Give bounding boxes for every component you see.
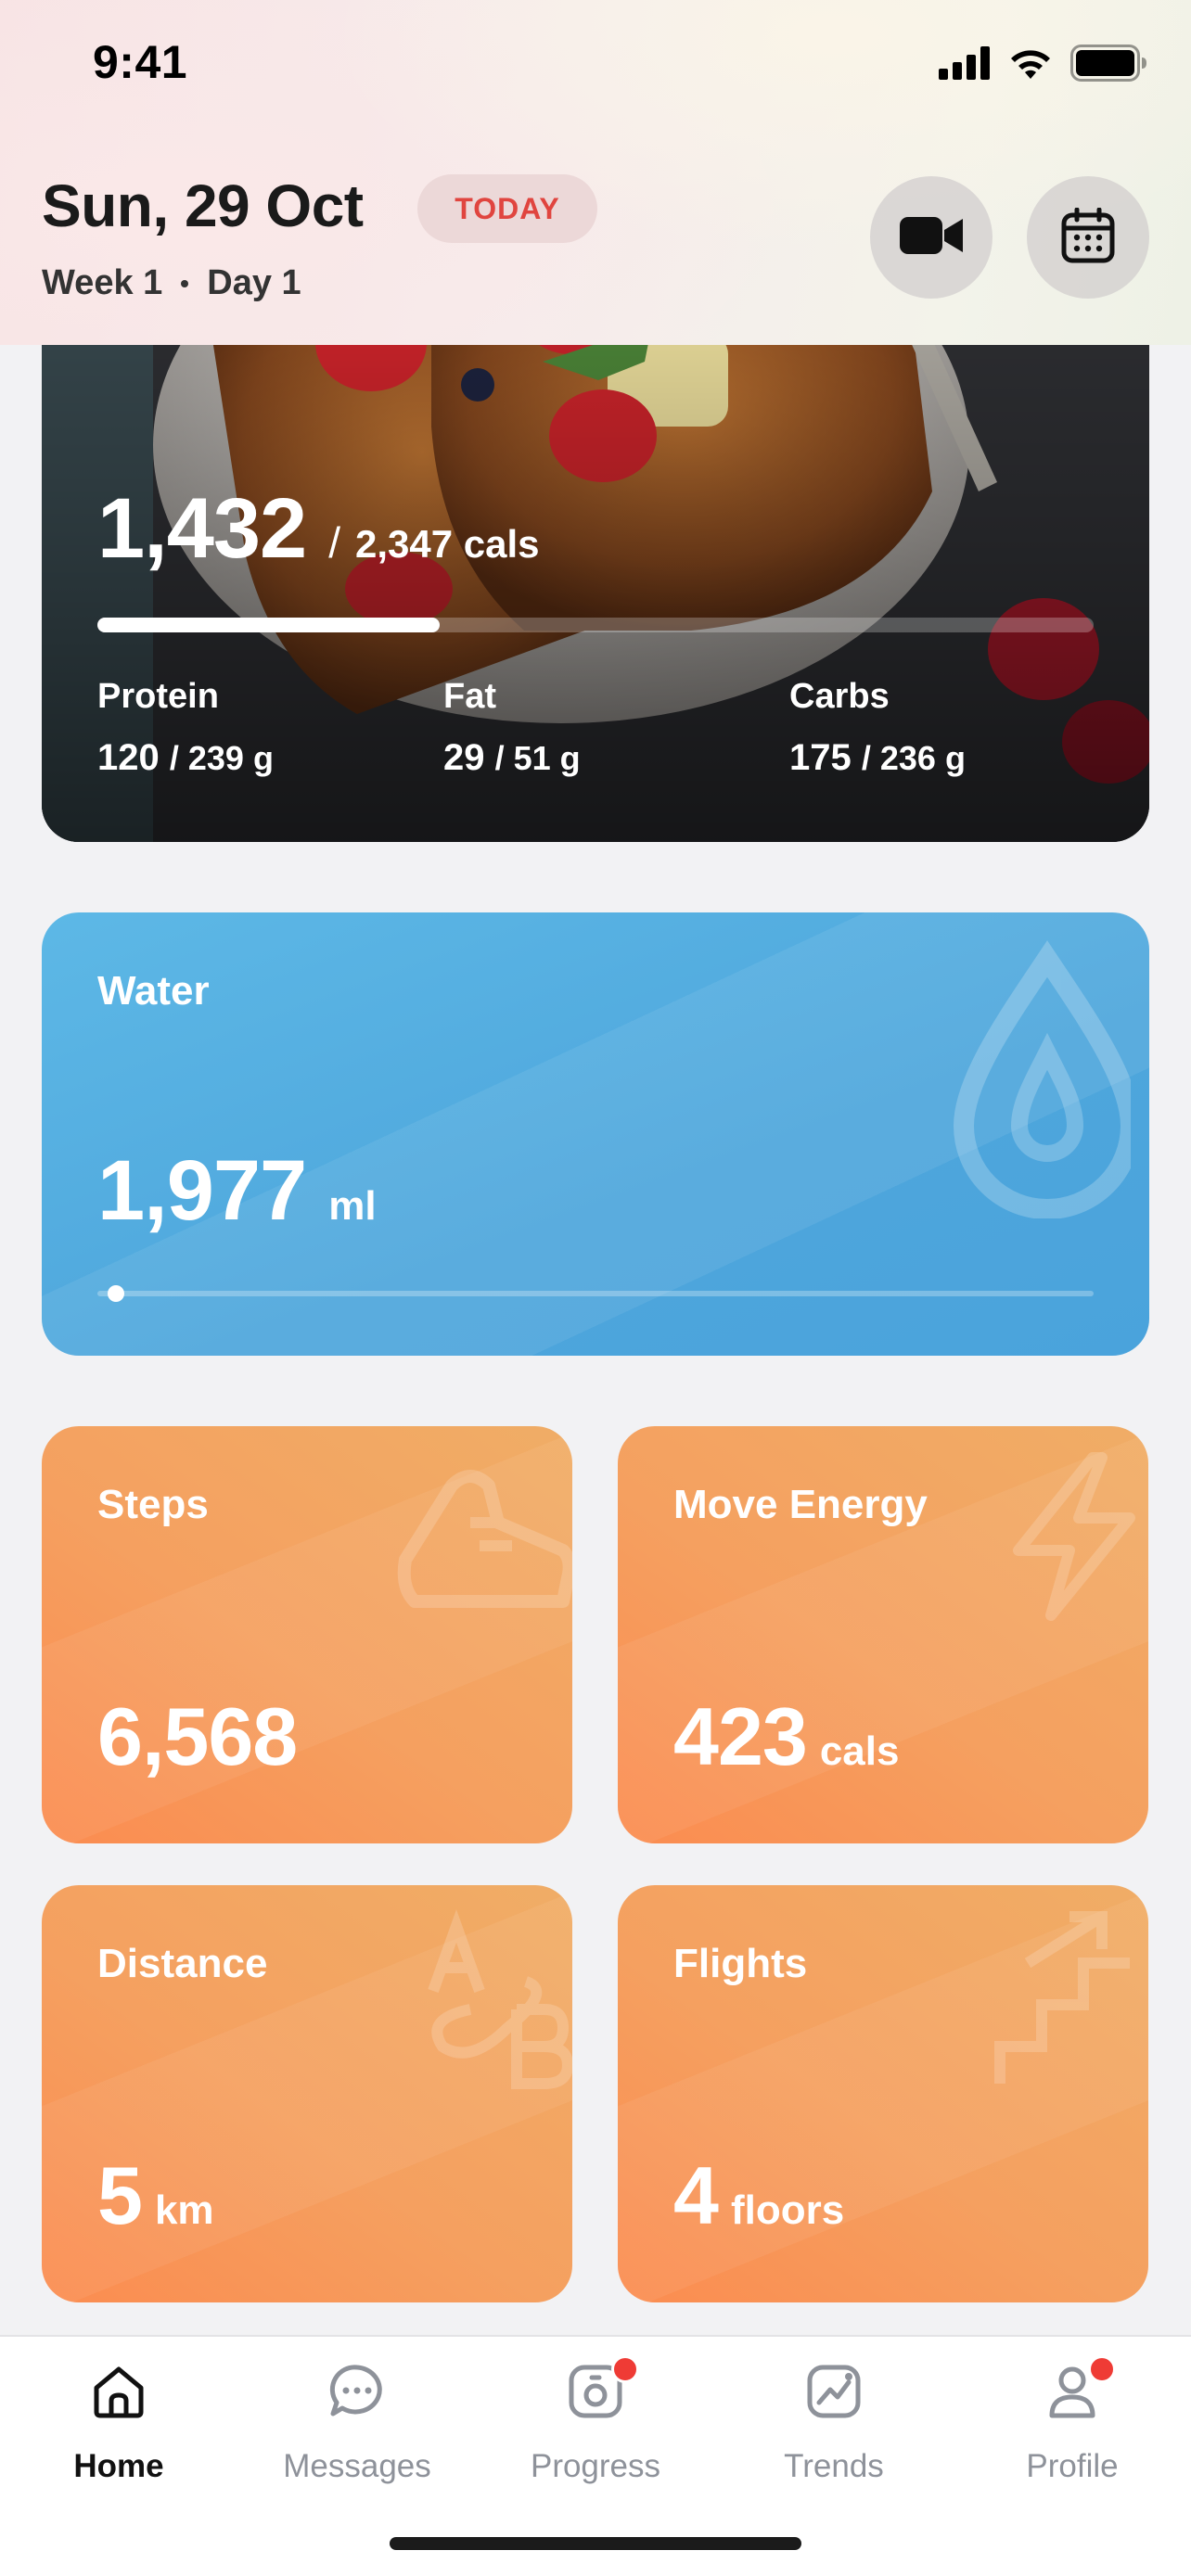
calories-progress-fill (97, 618, 441, 632)
macro-label: Fat (443, 677, 496, 716)
distance-title: Distance (97, 1941, 268, 1986)
tab-label: Progress (530, 2448, 661, 2484)
macro-amount: 175 (789, 737, 852, 778)
water-title: Water (97, 968, 210, 1014)
water-amount: 1,977 (97, 1143, 307, 1238)
chat-bubble-icon (325, 2359, 390, 2424)
tab-label: Messages (283, 2448, 431, 2484)
wifi-icon (1007, 45, 1054, 85)
move-energy-unit: cals (819, 1728, 900, 1774)
macro-label: Carbs (789, 677, 890, 716)
water-progress-knob[interactable] (107, 1285, 124, 1302)
macro-value: 29 / 51 g (443, 737, 581, 779)
tab-label: Profile (1026, 2448, 1119, 2484)
flights-unit: floors (730, 2187, 845, 2233)
person-icon (1040, 2355, 1116, 2424)
notification-badge (611, 2355, 639, 2383)
move-energy-amount: 423 (673, 1690, 808, 1782)
week-label: Week 1 (42, 263, 163, 302)
separator-dot (181, 279, 189, 287)
water-card[interactable]: Water 1,977 ml (42, 912, 1149, 1356)
tab-home[interactable]: Home (0, 2337, 237, 2522)
distance-unit: km (154, 2187, 214, 2233)
tab-label: Home (73, 2448, 164, 2484)
calories-summary: 1,432 / 2,347 cals (97, 480, 540, 578)
home-indicator[interactable] (390, 2537, 801, 2550)
steps-title: Steps (97, 1482, 209, 1527)
battery-icon (1070, 45, 1148, 86)
macro-goal: / 236 g (861, 739, 966, 777)
flights-value: 4 floors (673, 2149, 844, 2243)
macro-protein: Protein 120 / 239 g (97, 677, 274, 779)
macro-goal: / 239 g (169, 739, 274, 777)
today-badge[interactable]: TODAY (417, 174, 597, 243)
calories-progress-track (97, 618, 1094, 632)
move-energy-tile[interactable]: Move Energy 423 cals (618, 1426, 1148, 1843)
calendar-button[interactable] (1027, 176, 1149, 299)
move-energy-value: 423 cals (673, 1690, 899, 1784)
home-icon (86, 2359, 151, 2424)
flights-amount: 4 (673, 2149, 719, 2241)
cellular-signal-icon (939, 46, 991, 84)
notification-badge (1088, 2355, 1116, 2383)
a-to-b-route-icon (415, 1907, 572, 2098)
calories-eaten: 1,432 (97, 481, 307, 576)
distance-amount: 5 (97, 2149, 143, 2241)
tab-messages[interactable]: Messages (238, 2337, 476, 2522)
macro-value: 120 / 239 g (97, 737, 274, 779)
macro-carbs: Carbs 175 / 236 g (789, 677, 966, 779)
steps-tile[interactable]: Steps 6,568 (42, 1426, 572, 1843)
video-call-button[interactable] (870, 176, 992, 299)
video-camera-icon (898, 213, 965, 262)
flights-tile[interactable]: Flights 4 floors (618, 1885, 1148, 2302)
water-unit: ml (328, 1183, 377, 1229)
water-progress-track[interactable] (97, 1285, 1094, 1302)
trend-chart-icon (801, 2359, 866, 2424)
page-title-date: Sun, 29 Oct (42, 172, 364, 239)
calories-goal: 2,347 cals (355, 522, 540, 566)
distance-value: 5 km (97, 2149, 214, 2243)
tab-profile[interactable]: Profile (954, 2337, 1191, 2522)
flights-title: Flights (673, 1941, 808, 1986)
tab-label: Trends (784, 2448, 884, 2484)
macro-amount: 120 (97, 737, 160, 778)
steps-count: 6,568 (97, 1690, 298, 1782)
calendar-icon (1061, 207, 1115, 268)
macro-value: 175 / 236 g (789, 737, 966, 779)
move-energy-title: Move Energy (673, 1482, 928, 1527)
steps-value: 6,568 (97, 1690, 298, 1784)
sneaker-icon (387, 1448, 572, 1639)
distance-tile[interactable]: Distance 5 km (42, 1885, 572, 2302)
scale-icon (563, 2355, 639, 2424)
macro-label: Protein (97, 677, 219, 716)
day-label: Day 1 (207, 263, 301, 302)
status-bar-time: 9:41 (93, 36, 188, 88)
stairs-up-icon (991, 1907, 1148, 2098)
water-drop-icon (945, 940, 1142, 1223)
tab-progress[interactable]: Progress (477, 2337, 714, 2522)
calories-card[interactable]: 1,432 / 2,347 cals Protein 120 / 239 g F… (42, 278, 1149, 842)
lightning-bolt-icon (991, 1448, 1148, 1629)
status-bar-icons (939, 45, 1148, 86)
macro-fat: Fat 29 / 51 g (443, 677, 581, 779)
macro-goal: / 51 g (494, 739, 581, 777)
water-value: 1,977 ml (97, 1142, 377, 1240)
calories-separator: / (328, 518, 341, 567)
macro-amount: 29 (443, 737, 485, 778)
tab-trends[interactable]: Trends (715, 2337, 953, 2522)
week-day-subtitle: Week 1 Day 1 (42, 263, 301, 303)
